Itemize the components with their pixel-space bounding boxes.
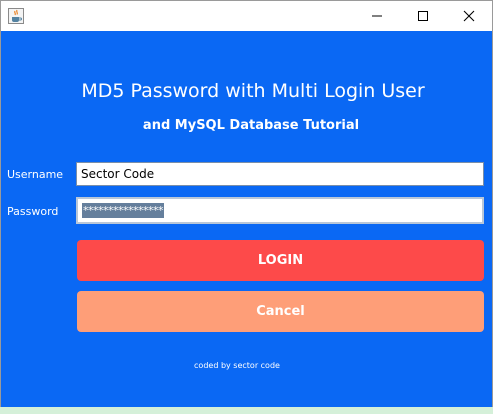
- username-value: Sector Code: [81, 167, 155, 181]
- username-field[interactable]: Sector Code: [76, 162, 484, 186]
- java-cup-icon[interactable]: [8, 8, 24, 24]
- login-panel: MD5 Password with Multi Login User and M…: [1, 31, 492, 408]
- page-subtitle: and MySQL Database Tutorial: [142, 118, 360, 133]
- minimize-icon: [371, 7, 383, 26]
- footer-credit: coded by sector code: [194, 361, 280, 370]
- cancel-button[interactable]: Cancel: [77, 291, 484, 332]
- close-icon: [463, 7, 475, 26]
- login-button[interactable]: LOGIN: [77, 240, 484, 281]
- password-field[interactable]: ****************: [76, 197, 484, 224]
- close-button[interactable]: [446, 1, 492, 31]
- desktop-background-strip: [0, 407, 493, 414]
- password-value: ****************: [82, 203, 164, 218]
- login-button-label: LOGIN: [257, 253, 304, 268]
- app-window: MD5 Password with Multi Login User and M…: [0, 0, 493, 409]
- maximize-icon: [417, 7, 429, 26]
- password-label: Password: [7, 205, 59, 218]
- page-title: MD5 Password with Multi Login User: [81, 80, 425, 102]
- cancel-button-label: Cancel: [256, 304, 305, 319]
- username-label: Username: [7, 168, 64, 181]
- minimize-button[interactable]: [354, 1, 400, 31]
- title-bar: [1, 1, 492, 31]
- maximize-button[interactable]: [400, 1, 446, 31]
